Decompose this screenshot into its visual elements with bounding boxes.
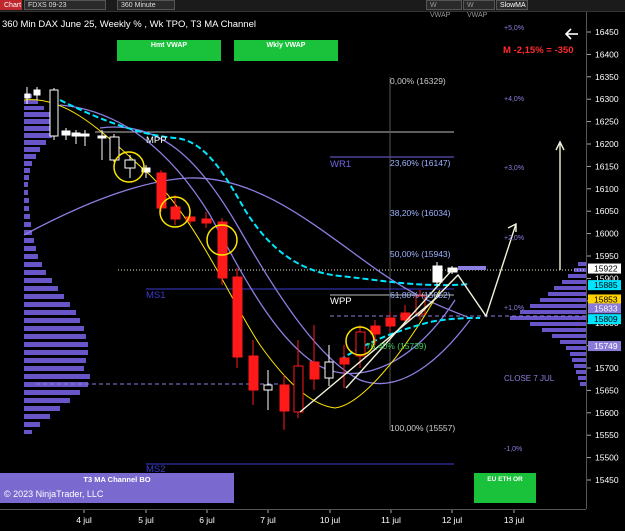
projection-lines: [299, 140, 565, 413]
candle-down: [385, 312, 396, 332]
pct-label-neg1: -1,0%: [504, 446, 522, 453]
price-tick-label: 15650: [595, 385, 619, 395]
price-tick-label: 16300: [595, 94, 619, 104]
eu-eth-or-label: EU ETH OR: [487, 476, 523, 483]
close-label: CLOSE 7 JUL: [504, 374, 555, 383]
fib-label-382: 38,20% (16034): [390, 208, 451, 218]
instrument-select[interactable]: FDXS 09-23: [24, 0, 106, 10]
candle-up: [80, 130, 90, 146]
date-tick-label: 7 jul: [260, 515, 276, 525]
price-marker-label: 15809: [594, 314, 618, 324]
candle-down: [124, 155, 136, 178]
mpp-label: MPP: [146, 135, 167, 146]
date-tick-label: 5 jul: [138, 515, 154, 525]
date-tick-label: 6 jul: [199, 515, 215, 525]
date-tick-label: 11 jul: [381, 515, 401, 525]
m-label: M -2,15% = -350: [503, 45, 574, 56]
pct-label-1: +1,0%: [504, 305, 524, 312]
candle-down: [309, 325, 320, 390]
interval-select[interactable]: 360 Minute: [117, 0, 175, 10]
pct-label-3: +3,0%: [504, 165, 524, 172]
fib-label-50: 50,00% (15943): [390, 249, 451, 259]
candle-up: [324, 345, 334, 386]
fib-label-236: 23,60% (16147): [390, 158, 451, 168]
candle-up: [293, 340, 304, 418]
fib-label-0: 0,00% (16329): [390, 76, 446, 86]
pct-label-4: +4,0%: [504, 96, 524, 103]
date-tick-label: 10 jul: [320, 515, 340, 525]
date-tick-label: 4 jul: [76, 515, 92, 525]
price-axis[interactable]: 16450 16400 16350 16300 16250 16200 16150 16100…: [586, 12, 625, 509]
wpp-label: WPP: [330, 296, 352, 307]
candle-up: [33, 87, 41, 100]
close-tpo-bar: [458, 266, 486, 270]
pct-label-2: +2,0%: [504, 235, 524, 242]
price-tick-label: 16450: [595, 27, 619, 37]
price-tick-label: 16200: [595, 139, 619, 149]
price-tick-label: 15950: [595, 251, 619, 261]
price-tick-label: 16350: [595, 72, 619, 82]
candle-up: [61, 128, 71, 140]
candle-down: [339, 345, 350, 388]
candle-down: [232, 268, 243, 368]
level-lines: [36, 77, 586, 465]
price-tick-label: 16100: [595, 184, 619, 194]
copyright: © 2023 NinjaTrader, LLC: [4, 489, 104, 499]
chart-canvas[interactable]: 0,00% (16329) 23,60% (16147) 38,20% (160…: [0, 12, 586, 514]
price-marker-label: 15833: [594, 303, 618, 313]
candle-up: [71, 130, 81, 144]
slowma-button[interactable]: SlowMA: [496, 0, 528, 10]
price-tick-label: 15500: [595, 453, 619, 463]
price-marker-label: 15922: [594, 264, 618, 274]
price-tick-label: 15550: [595, 430, 619, 440]
price-marker-label: 15749: [594, 341, 618, 351]
t3-channel-label: T3 MA Channel BO: [83, 475, 150, 484]
date-tick-label: 13 jul: [504, 515, 524, 525]
price-tick-label: 16400: [595, 49, 619, 59]
price-tick-label: 16150: [595, 161, 619, 171]
left-volume-profile: [24, 94, 90, 434]
date-tick-label: 12 jul: [442, 515, 462, 525]
toolbar: Chart FDXS 09-23 360 Minute W VWAP W VWA…: [0, 0, 625, 19]
price-tick-label: 15600: [595, 408, 619, 418]
fib-label-764: 76,40% (15739): [366, 341, 427, 351]
candle-up: [263, 370, 273, 410]
fib-label-100: 100,00% (15557): [390, 423, 455, 433]
fib-label-618: 61,80% (15852): [390, 290, 451, 300]
candle-down: [217, 218, 228, 285]
candle-down: [49, 88, 59, 140]
back-arrow-icon[interactable]: [564, 28, 578, 40]
right-volume-profile: [510, 262, 586, 386]
candle-down: [248, 340, 259, 405]
chart-tab[interactable]: Chart: [0, 0, 22, 10]
toolbar-vwap-button-1[interactable]: W VWAP: [426, 0, 462, 19]
toolbar-vwap-button-2[interactable]: W VWAP: [463, 0, 495, 19]
price-tick-label: 15450: [595, 475, 619, 485]
wr1-label: WR1: [330, 159, 351, 170]
price-tick-label: 16050: [595, 206, 619, 216]
price-tick-label: 16000: [595, 229, 619, 239]
date-axis[interactable]: 4 jul 5 jul 6 jul 7 jul 10 jul 11 jul 12 jul 13…: [0, 509, 586, 526]
price-tick-label: 15700: [595, 363, 619, 373]
price-tick-label: 16250: [595, 117, 619, 127]
candle-up: [432, 262, 443, 285]
pct-label-5: +5,0%: [504, 25, 524, 32]
candle-down: [279, 375, 290, 430]
price-marker-label: 15885: [594, 280, 618, 290]
ms1-label: MS1: [146, 290, 166, 301]
candle-down: [170, 195, 181, 225]
